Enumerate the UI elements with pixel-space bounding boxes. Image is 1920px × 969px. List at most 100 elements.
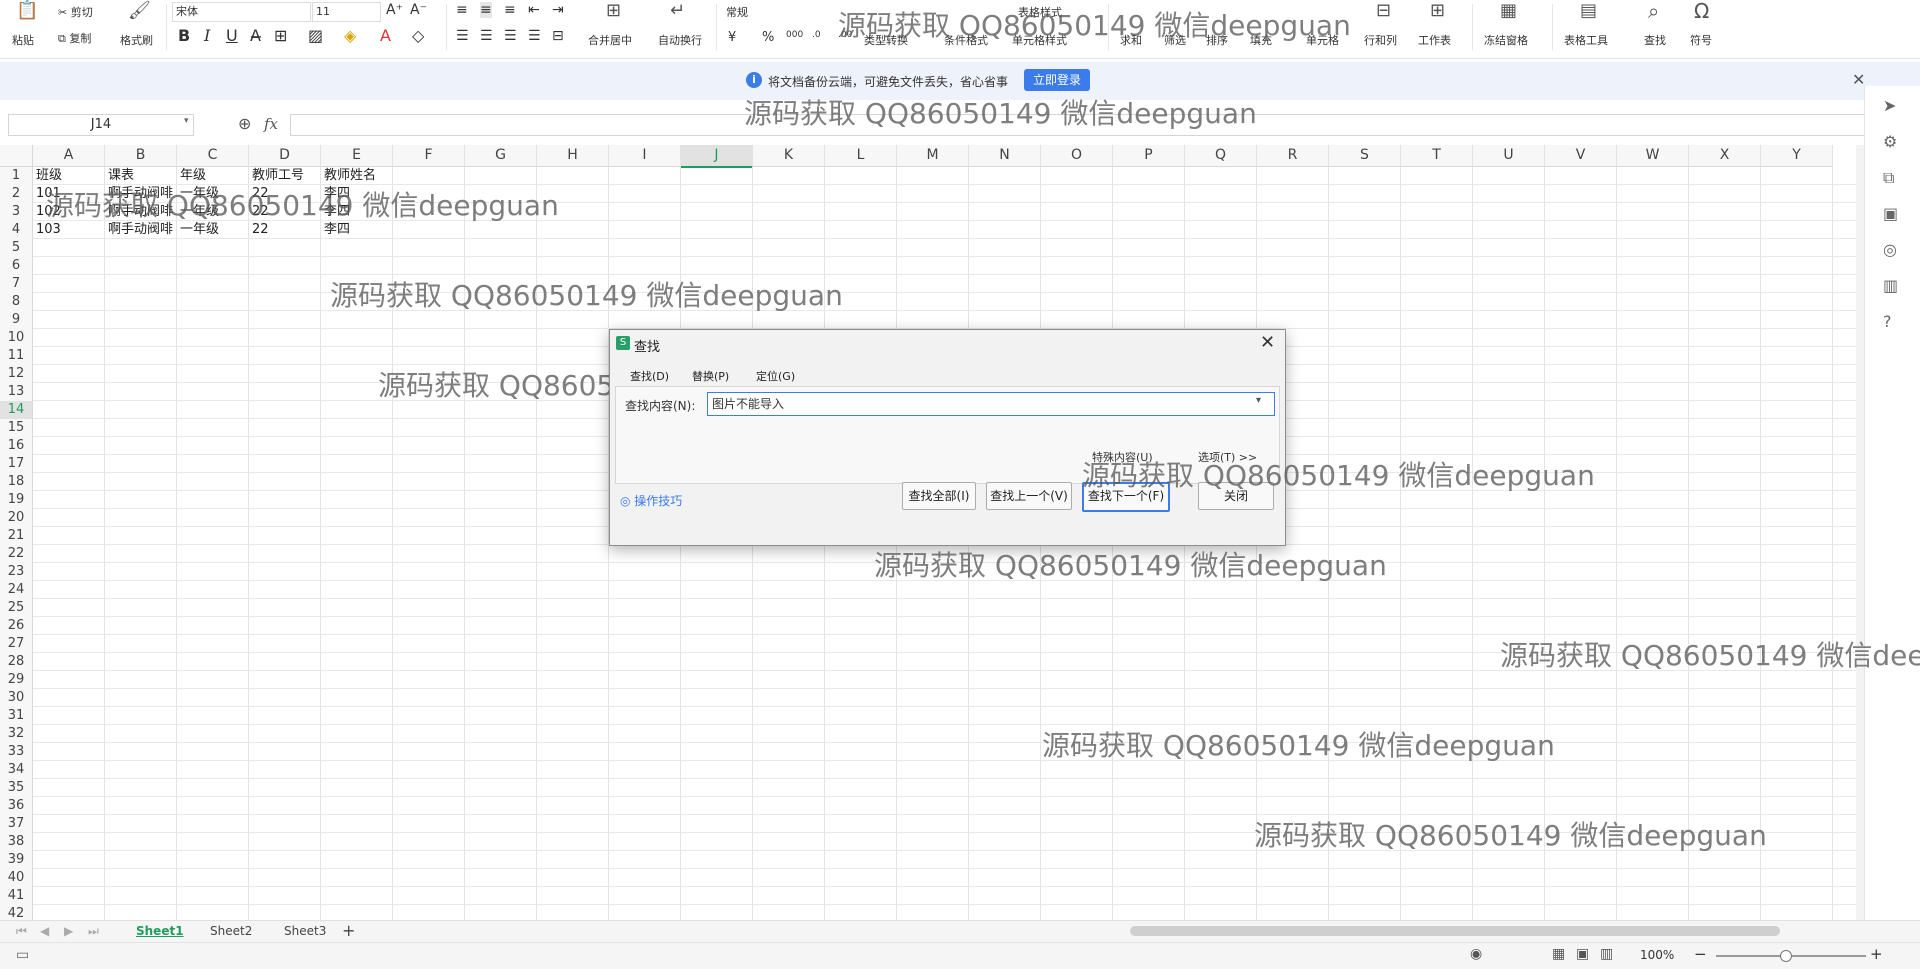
row-header[interactable]: 24 bbox=[0, 581, 33, 600]
row-header[interactable]: 11 bbox=[0, 347, 33, 366]
row-header[interactable]: 37 bbox=[0, 815, 33, 834]
column-header[interactable]: H bbox=[537, 145, 609, 167]
table-cell[interactable]: 101 bbox=[33, 185, 104, 203]
column-header[interactable]: M bbox=[897, 145, 969, 167]
formula-input[interactable] bbox=[290, 114, 1872, 136]
row-header[interactable]: 36 bbox=[0, 797, 33, 816]
column-header[interactable]: X bbox=[1689, 145, 1761, 167]
image-icon[interactable]: ▣ bbox=[1883, 204, 1898, 223]
column-header[interactable]: C bbox=[177, 145, 249, 167]
paste-icon[interactable]: 📋 bbox=[16, 2, 38, 20]
adjust-icon[interactable]: ⚙ bbox=[1883, 132, 1897, 151]
table-cell[interactable]: 103 bbox=[33, 221, 104, 239]
table-cell[interactable]: 一年级 bbox=[177, 203, 248, 221]
worksheet-button[interactable]: 工作表 bbox=[1418, 32, 1451, 48]
table-style-button[interactable]: 表格样式 bbox=[1018, 4, 1062, 20]
table-cell[interactable]: 李四 bbox=[321, 185, 392, 203]
table-cell[interactable]: 李四 bbox=[321, 203, 392, 221]
layout-icon[interactable]: ⧉ bbox=[1883, 168, 1894, 188]
row-header[interactable]: 10 bbox=[0, 329, 33, 348]
row-header[interactable]: 33 bbox=[0, 743, 33, 762]
horizontal-scrollbar[interactable] bbox=[1130, 926, 1780, 936]
decrease-decimal-icon[interactable]: .00 bbox=[838, 30, 852, 40]
table-cell[interactable]: 课表 bbox=[105, 167, 176, 185]
align-left-icon[interactable]: ☰ bbox=[456, 28, 469, 44]
align-center-icon[interactable]: ☰ bbox=[480, 28, 493, 44]
align-right-icon[interactable]: ☰ bbox=[504, 28, 517, 44]
row-header[interactable]: 22 bbox=[0, 545, 33, 564]
fx-icon[interactable]: fx bbox=[264, 115, 278, 133]
column-header[interactable]: U bbox=[1473, 145, 1545, 167]
find-button[interactable]: 查找 bbox=[1644, 32, 1666, 48]
find-all-button[interactable]: 查找全部(I) bbox=[902, 482, 976, 510]
bold-button[interactable]: B bbox=[178, 26, 190, 45]
cell-style-button[interactable]: 单元格样式 bbox=[1012, 32, 1067, 48]
increase-decimal-icon[interactable]: .0 bbox=[812, 30, 821, 40]
row-header[interactable]: 26 bbox=[0, 617, 33, 636]
table-cell[interactable]: 啊手动阀啡 bbox=[105, 221, 176, 239]
vertical-scrollbar[interactable] bbox=[1856, 145, 1864, 921]
row-header[interactable]: 18 bbox=[0, 473, 33, 492]
close-button[interactable]: 关闭 bbox=[1198, 482, 1274, 510]
row-header[interactable]: 39 bbox=[0, 851, 33, 870]
column-header[interactable]: I bbox=[609, 145, 681, 167]
symbol-icon[interactable]: Ω bbox=[1694, 1, 1709, 21]
sort-button[interactable]: 排序 bbox=[1206, 32, 1228, 48]
row-header[interactable]: 16 bbox=[0, 437, 33, 456]
select-all-corner[interactable] bbox=[0, 145, 33, 167]
tab-sheet3[interactable]: Sheet3 bbox=[284, 924, 326, 938]
tab-sheet2[interactable]: Sheet2 bbox=[210, 924, 252, 938]
column-header[interactable]: T bbox=[1401, 145, 1473, 167]
tab-find[interactable]: 查找(D) bbox=[630, 368, 669, 384]
worksheet-icon[interactable]: ⊞ bbox=[1430, 2, 1445, 20]
column-header[interactable]: P bbox=[1113, 145, 1185, 167]
column-header[interactable]: O bbox=[1041, 145, 1113, 167]
filter-button[interactable]: 筛选 bbox=[1164, 32, 1186, 48]
column-header[interactable]: A bbox=[33, 145, 105, 167]
border-icon[interactable]: ⊞ bbox=[274, 26, 287, 45]
find-content-input[interactable]: 图片不能导入 bbox=[707, 392, 1275, 416]
row-col-button[interactable]: 行和列 bbox=[1364, 32, 1397, 48]
row-header[interactable]: 34 bbox=[0, 761, 33, 780]
last-sheet-icon[interactable]: ⏭ bbox=[88, 924, 99, 939]
format-painter-icon[interactable]: 🖌 bbox=[128, 2, 151, 20]
tab-sheet1[interactable]: Sheet1 bbox=[136, 924, 184, 938]
login-button[interactable]: 立即登录 bbox=[1024, 69, 1090, 91]
row-col-icon[interactable]: ⊟ bbox=[1376, 2, 1391, 20]
zoom-icon[interactable]: ⊕ bbox=[238, 114, 251, 133]
close-icon[interactable]: ✕ bbox=[1260, 332, 1275, 353]
merge-center-button[interactable]: 合并居中 bbox=[588, 32, 632, 48]
row-header[interactable]: 19 bbox=[0, 491, 33, 510]
location-icon[interactable]: ◎ bbox=[1883, 240, 1897, 259]
eye-icon[interactable]: ◉ bbox=[1470, 946, 1482, 962]
italic-button[interactable]: I bbox=[204, 26, 210, 45]
row-header[interactable]: 21 bbox=[0, 527, 33, 546]
row-header[interactable]: 9 bbox=[0, 311, 33, 330]
currency-button[interactable]: ¥ bbox=[728, 30, 736, 45]
sum-button[interactable]: 求和 bbox=[1120, 32, 1142, 48]
row-header[interactable]: 42 bbox=[0, 905, 33, 921]
decrease-font-icon[interactable]: A⁻ bbox=[410, 2, 427, 18]
name-box[interactable]: J14 bbox=[8, 114, 194, 136]
first-sheet-icon[interactable]: ⏮ bbox=[16, 924, 27, 939]
chevron-down-icon[interactable]: ▾ bbox=[184, 116, 189, 126]
table-cell[interactable]: 年级 bbox=[177, 167, 248, 185]
row-header[interactable]: 5 bbox=[0, 239, 33, 258]
freeze-button[interactable]: 冻结窗格 bbox=[1484, 32, 1528, 48]
table-cell[interactable]: 啊手动阀啡 bbox=[105, 185, 176, 203]
table-tools-icon[interactable]: ▤ bbox=[1580, 2, 1597, 20]
justify-icon[interactable]: ☰ bbox=[528, 28, 541, 44]
table-cell[interactable]: 一年级 bbox=[177, 221, 248, 239]
column-header[interactable]: E bbox=[321, 145, 393, 167]
row-header[interactable]: 20 bbox=[0, 509, 33, 528]
add-sheet-icon[interactable]: + bbox=[342, 921, 355, 940]
table-cell[interactable]: 班级 bbox=[33, 167, 104, 185]
row-header[interactable]: 30 bbox=[0, 689, 33, 708]
table-tools-button[interactable]: 表格工具 bbox=[1564, 32, 1608, 48]
table-cell[interactable]: 22 bbox=[249, 221, 320, 239]
row-header[interactable]: 3 bbox=[0, 203, 33, 222]
find-prev-button[interactable]: 查找上一个(V) bbox=[986, 482, 1072, 510]
tab-replace[interactable]: 替换(P) bbox=[692, 368, 729, 384]
column-header[interactable]: B bbox=[105, 145, 177, 167]
zoom-out-icon[interactable]: − bbox=[1694, 945, 1707, 963]
